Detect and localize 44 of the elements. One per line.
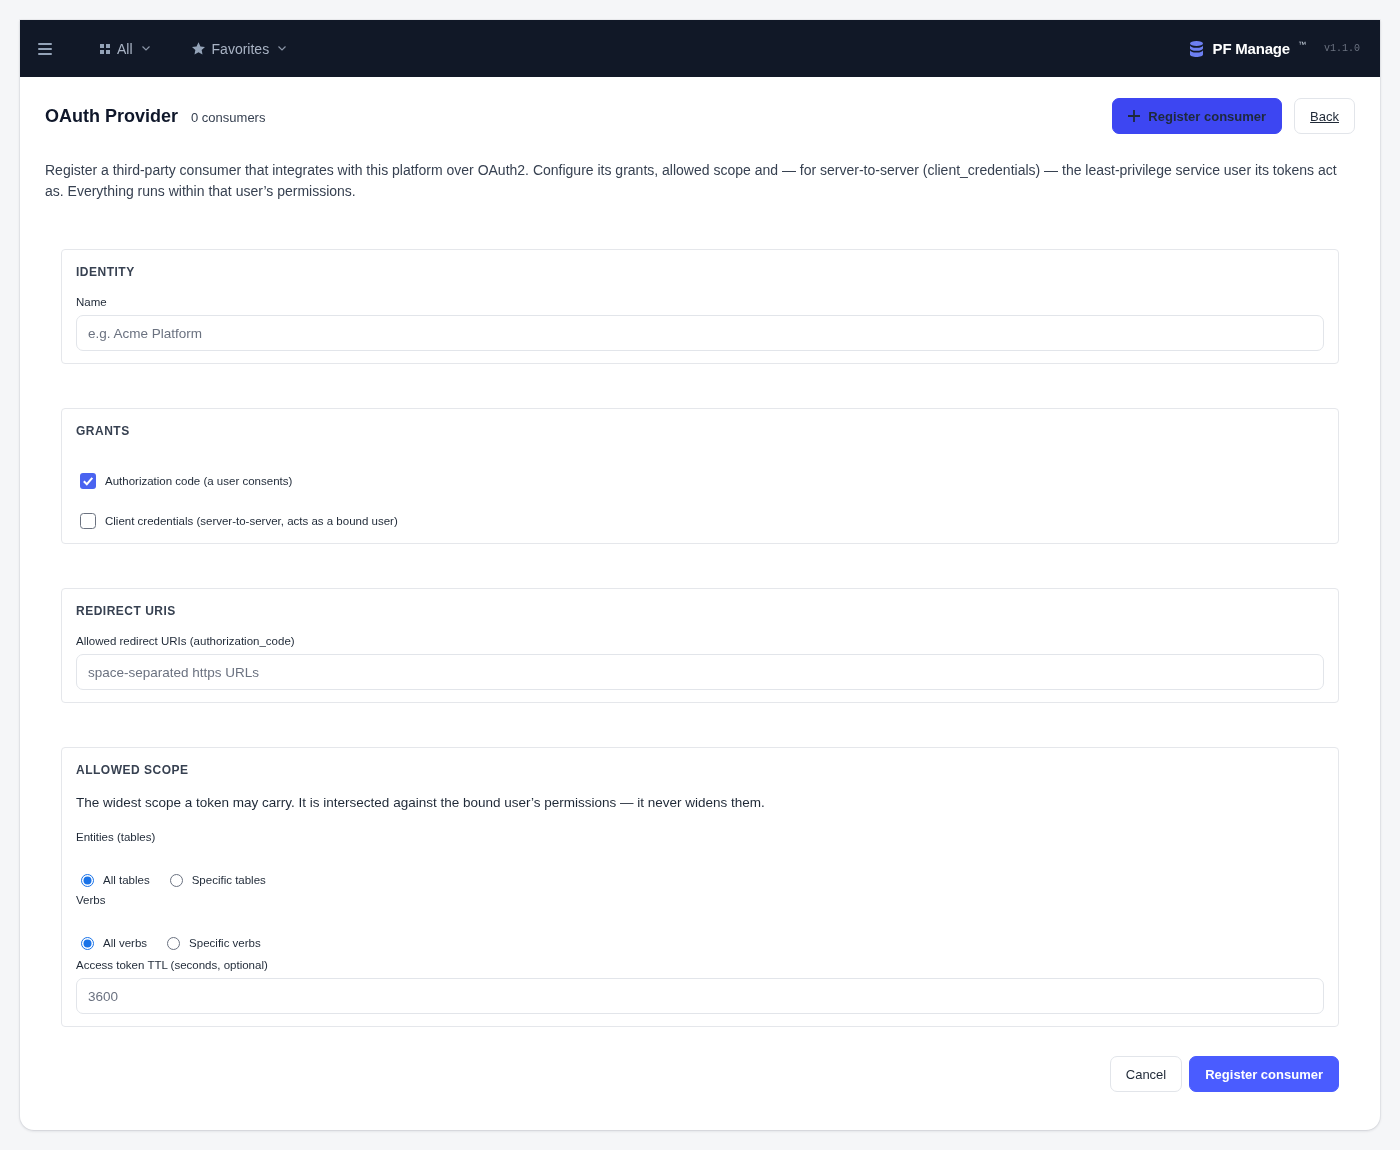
nav-dropdown[interactable]: All xyxy=(100,40,150,57)
radio-label: Specific verbs xyxy=(189,937,261,949)
radio-label: All tables xyxy=(103,874,150,886)
radio-label: Specific tables xyxy=(191,874,266,886)
version-label: v1.1.0 xyxy=(1324,43,1360,54)
database-icon xyxy=(1189,40,1203,57)
consumer-count: 0 consumers xyxy=(191,109,266,125)
star-icon xyxy=(191,42,205,55)
back-link-button[interactable]: Back xyxy=(1294,98,1355,134)
cancel-button[interactable]: Cancel xyxy=(1109,1056,1183,1092)
register-button[interactable]: Register consumer xyxy=(1189,1056,1339,1092)
section-title: ALLOWED SCOPE xyxy=(76,762,190,778)
checkbox-label: Client credentials (server-to-server, acts as a bound user) xyxy=(105,515,398,527)
radio-button[interactable] xyxy=(169,873,183,887)
section-title: REDIRECT URIS xyxy=(76,603,177,619)
page-title: OAuth Provider xyxy=(45,105,178,127)
page-description: Register a third-party consumer that integrates with this platform over OAuth2. Configure its grants, allowed scope and — for server-to-server (client_credentials) — the least-privilege service user its tokens act as. Everything runs within that user’s permissions. xyxy=(45,161,1338,201)
nav-dropdown[interactable]: Favorites xyxy=(191,40,287,57)
text-input[interactable]: 3600 xyxy=(76,978,1324,1014)
plus-icon xyxy=(1128,110,1141,122)
chevron-down-icon xyxy=(278,46,287,51)
checked-checkbox[interactable] xyxy=(80,473,96,489)
menu-icon xyxy=(38,42,52,55)
radio-button[interactable] xyxy=(167,936,181,950)
grid-icon xyxy=(100,43,110,54)
field-label: Access token TTL (seconds, optional) xyxy=(76,958,269,973)
field-label: Entities (tables) xyxy=(76,830,157,845)
menu-button[interactable] xyxy=(38,42,52,55)
section-title: GRANTS xyxy=(76,423,131,439)
radio-label: All verbs xyxy=(103,937,148,949)
field-label: Allowed redirect URIs (authorization_code) xyxy=(76,634,296,649)
field-label: Verbs xyxy=(76,893,107,908)
selected-radio-button[interactable] xyxy=(81,936,94,950)
selected-radio-button[interactable] xyxy=(81,873,94,887)
section-note: The widest scope a token may carry. It is intersected against the bound user’s permissions — it never widens them. xyxy=(76,794,766,812)
trademark-sign: ™ xyxy=(1298,40,1306,49)
section-title: IDENTITY xyxy=(76,264,136,280)
text-input[interactable]: space-separated https URLs xyxy=(76,654,1324,690)
field-label: Name xyxy=(76,295,108,310)
checkbox-label: Authorization code (a user consents) xyxy=(105,475,293,487)
text-input[interactable]: e.g. Acme Platform xyxy=(76,315,1324,351)
checkbox[interactable] xyxy=(80,513,96,529)
chevron-down-icon xyxy=(141,46,150,51)
brand-name: PF Manage xyxy=(1212,40,1290,57)
